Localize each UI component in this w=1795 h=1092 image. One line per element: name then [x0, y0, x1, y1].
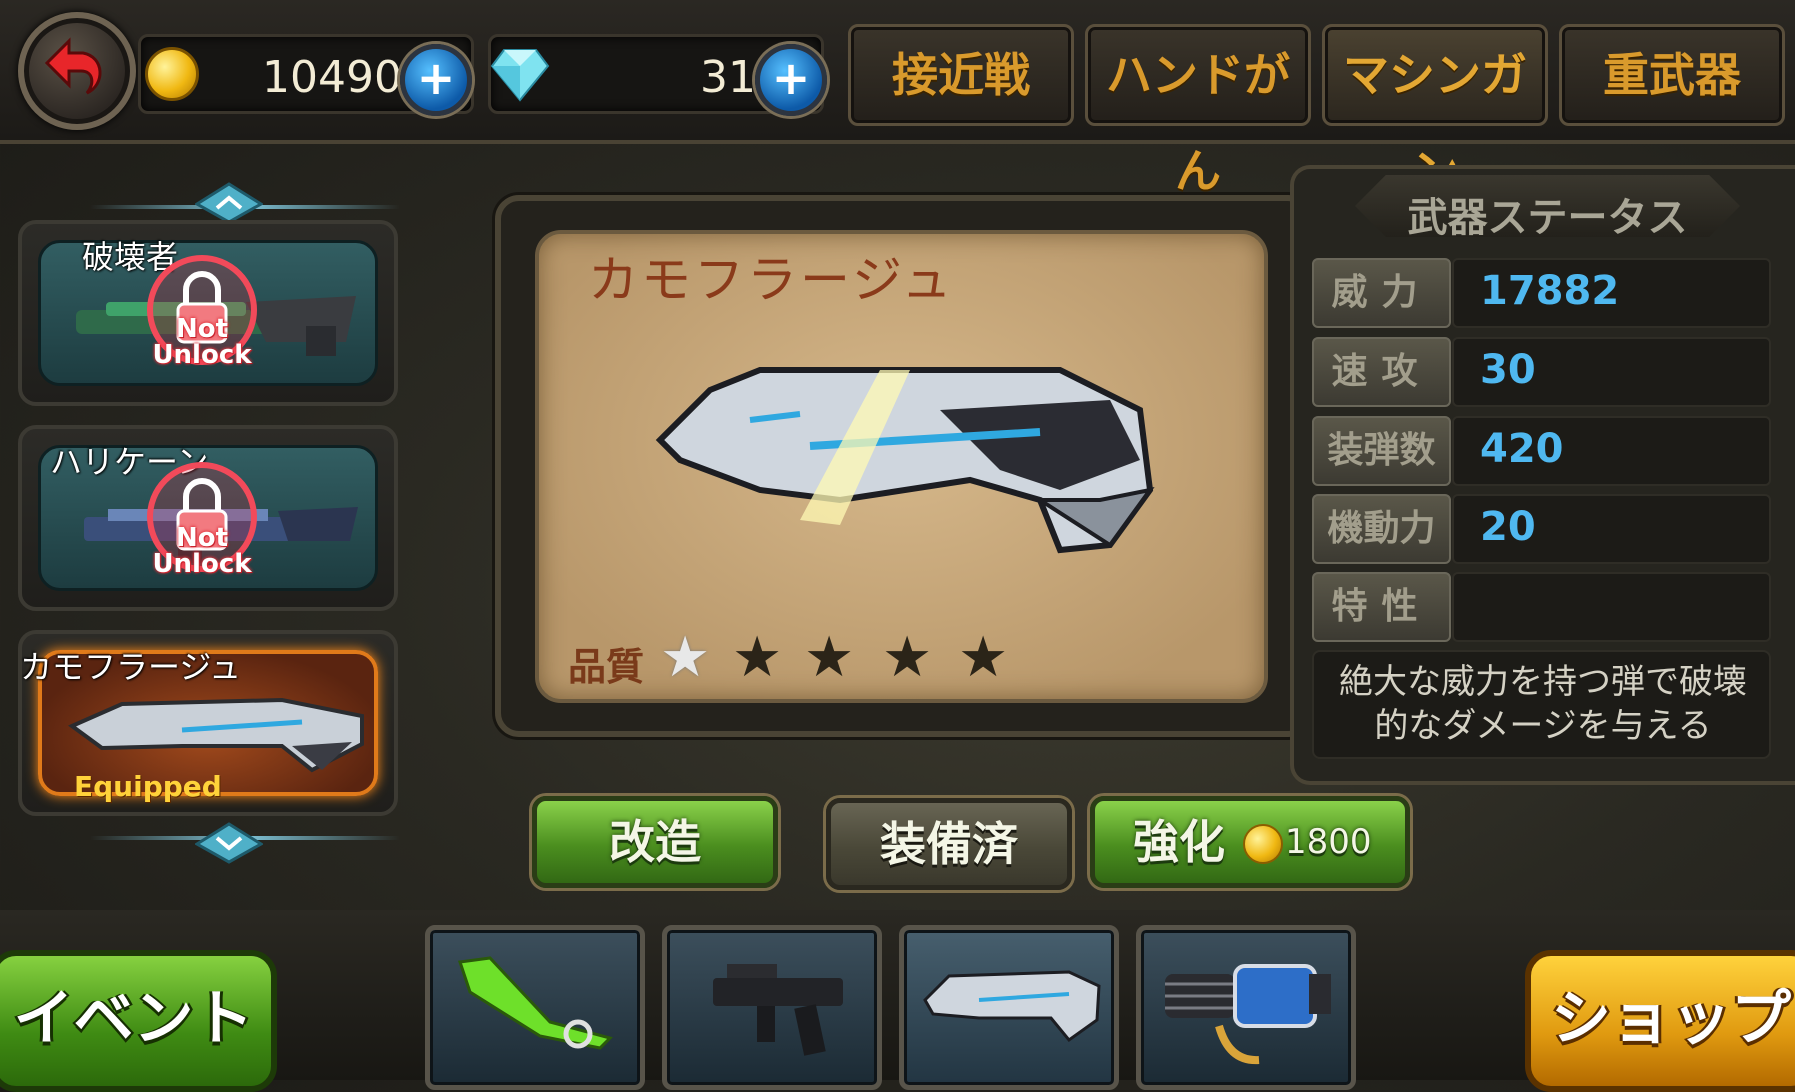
stat-value-box [1452, 572, 1771, 642]
stat-row-power: 威力 17882 [1312, 258, 1771, 328]
weapon-description: 絶大な威力を持つ弾で破壊的なダメージを与える [1339, 662, 1747, 746]
stat-value: 20 [1480, 504, 1536, 550]
equipped-button[interactable]: 装備済 [826, 798, 1072, 890]
tab-machine-gun[interactable]: マシンガン [1322, 24, 1548, 198]
green-blade-weapon-icon [458, 956, 613, 1050]
weapon-card-destroyer[interactable]: 破壊者 Not Unlock [18, 220, 398, 406]
scroll-up-icon[interactable] [195, 182, 263, 224]
weapon-card-name: カモフラージュ [20, 648, 242, 686]
weapon-title: カモフラージュ [588, 251, 955, 309]
upgrade-button[interactable]: 強化 1800 [1090, 796, 1410, 888]
weapon-camouflage-large-image [655, 367, 1155, 554]
stat-row-mobility: 機動力 20 [1312, 494, 1771, 564]
weapon-slot-1[interactable] [425, 925, 645, 1090]
weapon-slot-4[interactable] [1136, 925, 1356, 1090]
smg-weapon-icon [713, 964, 843, 1056]
stat-row-capacity: 装弾数 420 [1312, 416, 1771, 486]
gem-count: 31 [700, 52, 756, 103]
tab-handgun[interactable]: ハンドがん [1085, 24, 1311, 198]
equipped-label: Equipped [74, 770, 222, 803]
quality-label: 品質 [568, 645, 645, 689]
stats-title: 武器ステータス [1407, 195, 1688, 241]
coin-icon [145, 47, 199, 101]
stat-label: 威力 [1312, 258, 1451, 328]
weapon-camouflage-image [68, 697, 364, 773]
stat-label: 装弾数 [1312, 416, 1451, 486]
quality-star-1: ★ [660, 625, 711, 690]
coin-count: 10490 [262, 52, 402, 103]
add-coins-button[interactable]: + [400, 44, 472, 116]
shop-button[interactable]: ショップ [1525, 950, 1795, 1092]
weapon-card-hurricane[interactable]: ハリケーン Not Unlock [18, 425, 398, 611]
stat-value: 420 [1480, 426, 1564, 472]
back-button[interactable] [18, 12, 136, 130]
not-unlock-label: Not Unlock [152, 523, 252, 579]
stat-row-speed: 速攻 30 [1312, 337, 1771, 407]
diamond-icon [490, 49, 550, 102]
stat-row-trait: 特性 [1312, 572, 1771, 642]
quality-star-5: ★ [958, 625, 1009, 690]
camouflage-weapon-icon [923, 970, 1101, 1043]
weapon-card-camouflage[interactable]: カモフラージュ Equipped [18, 630, 398, 816]
quality-star-2: ★ [732, 625, 783, 690]
coin-icon [1243, 824, 1283, 864]
tab-melee[interactable]: 接近戦 [848, 24, 1074, 126]
quality-star-4: ★ [882, 625, 933, 690]
scroll-down-icon[interactable] [195, 822, 263, 864]
upgrade-cost: 1800 [1285, 822, 1372, 862]
add-gems-button[interactable]: + [755, 44, 827, 116]
quality-star-3: ★ [804, 625, 855, 690]
weapon-slot-2[interactable] [662, 925, 882, 1090]
stat-value: 17882 [1480, 268, 1620, 314]
minigun-weapon-icon [1165, 964, 1331, 1065]
weapon-slot-3[interactable] [899, 925, 1119, 1090]
stat-label: 速攻 [1312, 337, 1451, 407]
back-arrow-icon [44, 37, 102, 95]
not-unlock-label: Not Unlock [152, 314, 252, 370]
tab-heavy-weapon[interactable]: 重武器 [1559, 24, 1785, 126]
upgrade-label: 強化 [1133, 815, 1225, 869]
modify-button[interactable]: 改造 [532, 796, 778, 888]
stat-label: 機動力 [1312, 494, 1451, 564]
stat-label: 特性 [1312, 572, 1451, 642]
stat-value: 30 [1480, 347, 1536, 393]
event-button[interactable]: イベント [0, 950, 277, 1092]
